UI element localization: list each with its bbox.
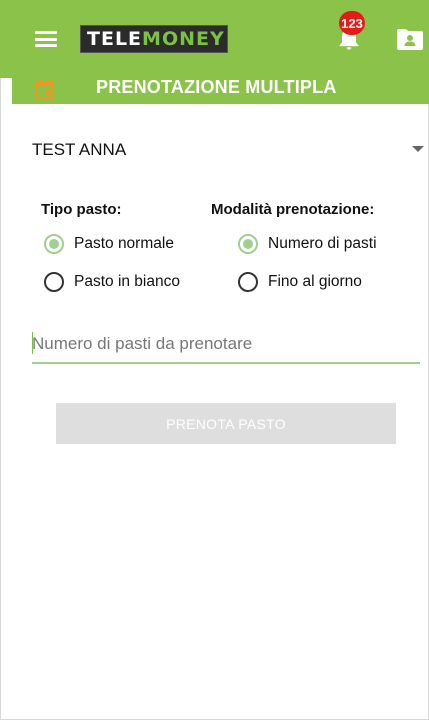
app-bar: TELEMONEY 123 bbox=[0, 0, 429, 78]
radio-pasto-in-bianco[interactable]: Pasto in bianco bbox=[44, 272, 180, 292]
text-cursor bbox=[32, 332, 33, 354]
radio-label: Pasto in bianco bbox=[74, 273, 180, 290]
meals-count-field bbox=[32, 326, 420, 364]
radio-unselected-icon bbox=[238, 272, 258, 292]
radio-numero-di-pasti[interactable]: Numero di pasti bbox=[238, 234, 377, 254]
menu-icon[interactable] bbox=[35, 31, 57, 47]
logo-text-tele: TELE bbox=[87, 27, 143, 50]
meal-type-label: Tipo pasto: bbox=[41, 201, 122, 218]
radio-label: Numero di pasti bbox=[268, 235, 377, 252]
meals-count-input[interactable] bbox=[32, 326, 420, 362]
radio-label: Fino al giorno bbox=[268, 273, 362, 290]
dropdown-arrow-icon bbox=[412, 146, 424, 152]
user-selector[interactable]: TEST ANNA bbox=[32, 136, 424, 164]
input-underline bbox=[32, 362, 420, 364]
calendar-icon bbox=[36, 79, 54, 99]
notification-count-badge: 123 bbox=[339, 11, 365, 35]
book-meal-button[interactable]: PRENOTA PASTO bbox=[56, 403, 396, 444]
radio-selected-icon bbox=[44, 234, 64, 254]
telemoney-logo: TELEMONEY bbox=[80, 25, 228, 53]
page-title: PRENOTAZIONE MULTIPLA bbox=[96, 77, 337, 97]
radio-unselected-icon bbox=[44, 272, 64, 292]
selector-value: TEST ANNA bbox=[32, 140, 127, 159]
radio-label: Pasto normale bbox=[74, 235, 174, 252]
radio-selected-icon bbox=[238, 234, 258, 254]
booking-mode-label: Modalità prenotazione: bbox=[211, 201, 375, 218]
radio-pasto-normale[interactable]: Pasto normale bbox=[44, 234, 174, 254]
logo-text-money: MONEY bbox=[142, 27, 225, 50]
radio-fino-al-giorno[interactable]: Fino al giorno bbox=[238, 272, 362, 292]
profile-folder-icon[interactable] bbox=[397, 28, 423, 50]
